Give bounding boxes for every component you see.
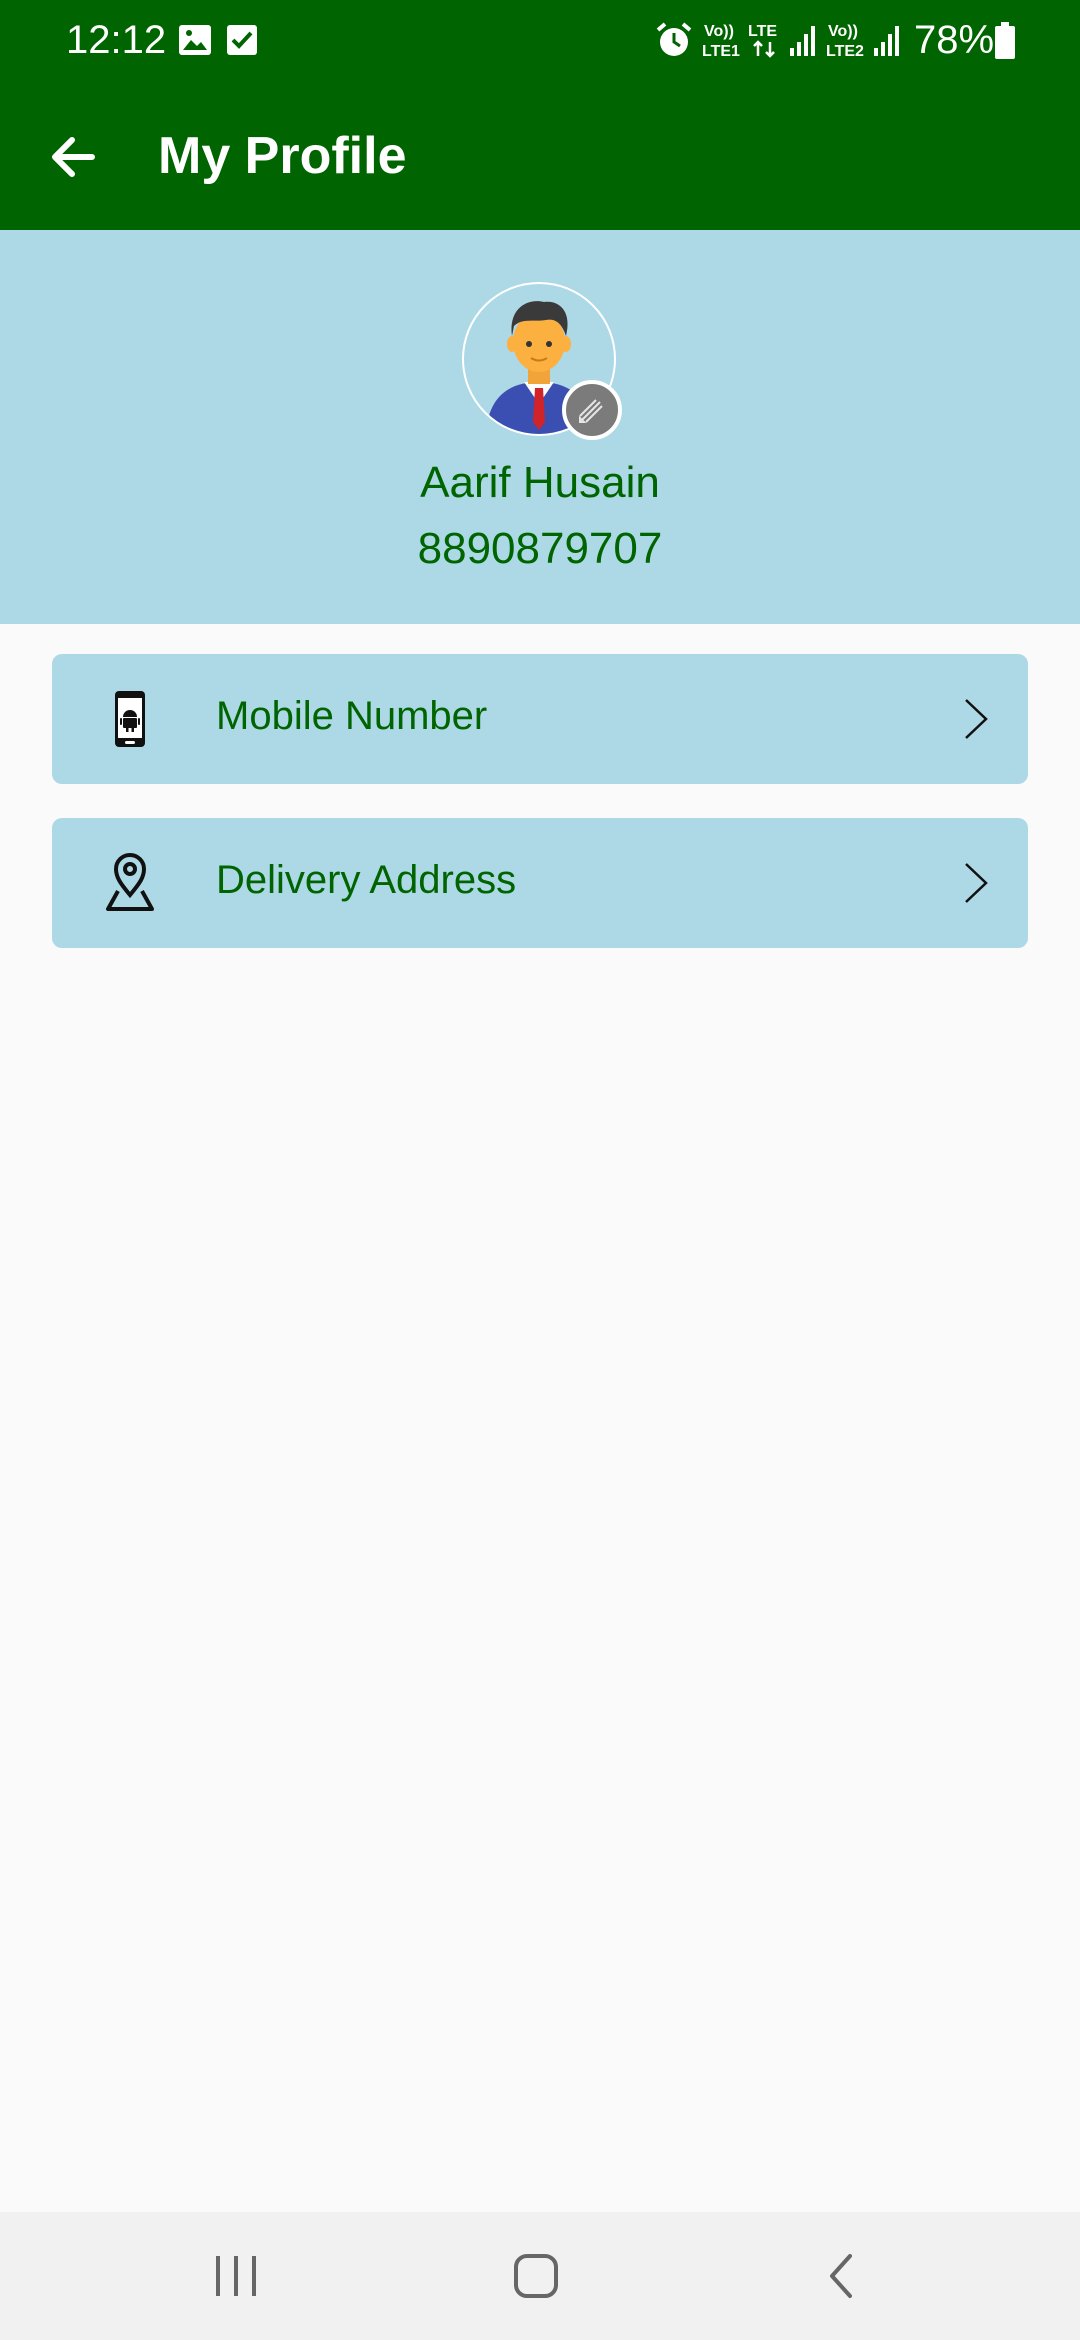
svg-text:LTE1: LTE1: [702, 43, 740, 60]
edit-pencil-icon: [579, 399, 603, 423]
arrow-left-icon[interactable]: [40, 122, 110, 192]
battery-percent: 78%: [914, 18, 995, 62]
profile-screen: 12:12 Vo)) LTE1 LTE Vo)) LTE2 78% My Pro…: [0, 0, 1080, 2340]
svg-text:LTE: LTE: [748, 23, 777, 40]
chevron-right-icon: [965, 863, 988, 903]
signal1-icon: [790, 26, 815, 56]
profile-name: Aarif Husain: [420, 458, 660, 507]
app-bar: My Profile: [0, 84, 1080, 230]
menu-item-label: Delivery Address: [216, 858, 517, 902]
svg-text:Vo)): Vo)): [704, 23, 734, 40]
volte1-icon: Vo)) LTE1: [702, 23, 740, 60]
svg-text:Vo)): Vo)): [828, 23, 858, 40]
battery-icon: [995, 22, 1015, 59]
lte-data-icon: LTE: [748, 23, 777, 58]
menu-item-label: Mobile Number: [216, 694, 488, 738]
back-icon[interactable]: [812, 2246, 872, 2306]
profile-phone: 8890879707: [417, 524, 663, 573]
alarm-icon: [656, 22, 692, 56]
recent-apps-icon[interactable]: [206, 2246, 266, 2306]
page-title: My Profile: [158, 127, 407, 185]
gallery-icon: [179, 25, 211, 55]
menu-item-delivery-address[interactable]: Delivery Address: [52, 818, 1028, 948]
status-time: 12:12: [66, 18, 167, 62]
volte2-icon: Vo)) LTE2: [826, 23, 864, 60]
edit-avatar-button[interactable]: [562, 380, 622, 440]
menu-item-mobile-number[interactable]: Mobile Number: [52, 654, 1028, 784]
profile-header: Aarif Husain 8890879707: [0, 230, 1080, 624]
svg-text:LTE2: LTE2: [826, 43, 864, 60]
signal2-icon: [874, 26, 899, 56]
status-bar: 12:12 Vo)) LTE1 LTE Vo)) LTE2 78%: [0, 0, 1080, 84]
checkbox-icon: [227, 25, 257, 55]
home-icon[interactable]: [506, 2246, 566, 2306]
chevron-right-icon: [965, 699, 988, 739]
android-phone-icon: [115, 691, 145, 747]
system-nav-bar: [0, 2212, 1080, 2340]
map-pin-icon: [106, 853, 154, 911]
